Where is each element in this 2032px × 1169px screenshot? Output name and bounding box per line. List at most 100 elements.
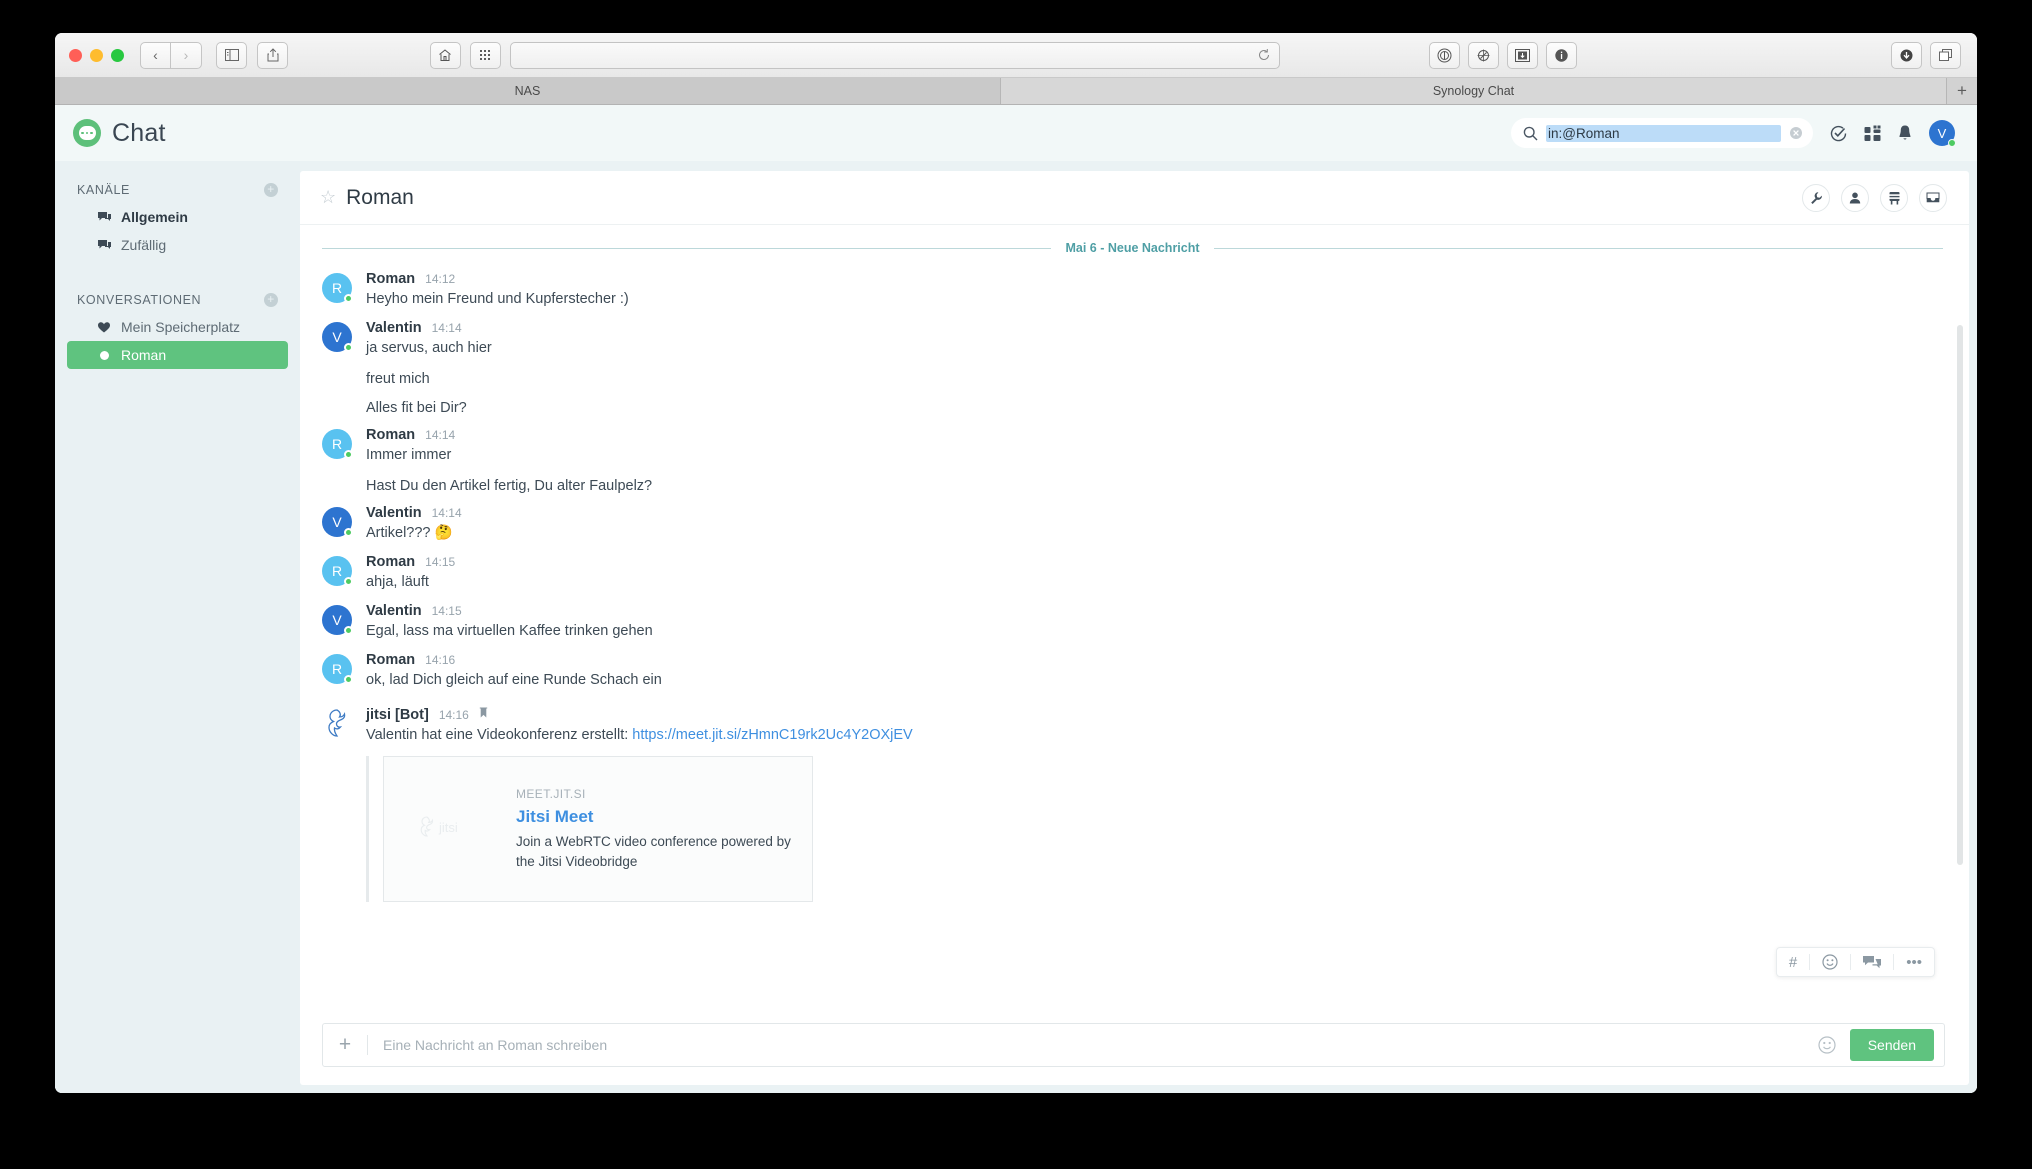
user-avatar[interactable]: V [1929,120,1956,147]
new-message-divider: Mai 6 - Neue Nachricht [322,241,1944,255]
message-item[interactable]: R Roman 14:15 ahja, läuft [322,548,1943,597]
share-button[interactable] [257,41,288,69]
preview-title[interactable]: Jitsi Meet [516,807,792,827]
info-extension-icon [1555,48,1568,62]
message-header: Roman 14:12 [366,271,1943,287]
bot-avatar[interactable] [322,709,352,739]
link-preview-card[interactable]: jitsi MEET.JIT.SI Jitsi Meet Join a WebR… [383,756,813,903]
more-options-icon[interactable]: ••• [1894,948,1934,976]
settings-wrench-button[interactable] [1802,183,1830,212]
info-extension-button[interactable] [1546,41,1577,69]
message-hover-toolbar: # ••• [1775,947,1935,977]
add-channel-button[interactable]: + [264,183,278,197]
search-input[interactable]: in:@Roman [1546,124,1781,142]
minimize-window-button[interactable] [90,48,103,62]
tab-overview-icon [1939,49,1952,61]
message-item[interactable]: R Roman 14:12 Heyho mein Freund und Kupf… [322,265,1943,314]
member-person-button[interactable] [1841,183,1869,212]
plus-attachment-icon[interactable]: + [323,1033,367,1057]
sidebar-section-header: KANÄLE + [55,177,300,203]
downloads-button[interactable] [1891,41,1922,69]
home-button[interactable] [429,41,461,69]
message-item-bot[interactable]: jitsi [Bot] 14:16 Valentin hat eine Vide… [322,695,1943,904]
sidebar: KANÄLE + Allgemein Zufällig KONVERSATION… [55,161,300,1093]
send-button[interactable]: Senden [1849,1029,1934,1061]
message-body: Valentin 14:14 ja servus, auch hier [366,320,1943,361]
star-outline-icon[interactable]: ☆ [320,187,336,208]
sidebar-icon [224,49,239,61]
avatar[interactable]: V [322,322,353,353]
hashtag-pin-icon[interactable]: # [1777,948,1809,976]
emoji-reaction-icon[interactable] [1810,948,1850,976]
message-text: Hast Du den Artikel fertig, Du alter Fau… [366,478,653,495]
avatar[interactable]: V [322,507,353,538]
inbox-archive-button[interactable] [1919,183,1947,212]
avatar[interactable]: R [322,654,353,685]
pinned-posts-icon [1887,191,1901,204]
avatar-initial: R [331,280,343,296]
message-text: Heyho mein Freund und Kupferstecher :) [366,291,629,307]
message-body: jitsi [Bot] 14:16 Valentin hat eine Vide… [366,707,1943,903]
jitsi-preview-logo-icon: jitsi [404,814,500,844]
messages-scroll-area[interactable]: Mai 6 - Neue Nachricht R Roman 14:12 Hey… [300,225,1969,1009]
maximize-window-button[interactable] [111,48,124,62]
pinned-posts-button[interactable] [1880,183,1908,212]
tab-label: NAS [514,84,541,98]
sidebar-item-mein-speicherplatz[interactable]: Mein Speicherplatz [67,313,288,341]
apps-grid-icon[interactable] [1864,125,1881,142]
sidebar-item-roman[interactable]: Roman [67,341,288,369]
online-status-dot [344,450,353,460]
tab-overview-button[interactable] [1930,41,1961,69]
message-item[interactable]: V Valentin 14:15 Egal, lass ma virtuelle… [322,597,1943,646]
sidebar-toggle-button[interactable] [216,41,247,69]
message-item[interactable]: V Valentin 14:14 Artikel??? 🤔 [322,499,1943,548]
message-body: Roman 14:16 ok, lad Dich gleich auf eine… [366,652,1943,693]
sidebar-item-zufaellig[interactable]: Zufällig [67,231,288,259]
chat-logo-icon [73,119,101,147]
onepassword-extension-button[interactable] [1429,41,1460,69]
sidebar-item-label: Roman [121,347,167,363]
chat-header: ☆ Roman [300,171,1969,225]
apps-grid-button[interactable] [469,41,501,69]
messages-scrollbar[interactable] [1957,325,1963,865]
video-downloader-extension-button[interactable] [1507,41,1538,69]
avatar[interactable]: R [322,273,353,303]
reply-thread-icon[interactable] [1851,948,1893,976]
sidebar-section-title: KONVERSATIONEN [77,293,202,307]
message-composer[interactable]: + Eine Nachricht an Roman schreiben Send… [322,1023,1945,1067]
settings-wrench-icon [1811,191,1822,204]
browser-tab-bar: NAS Synology Chat + [55,78,1977,105]
ghostery-extension-button[interactable] [1468,41,1499,69]
close-window-button[interactable] [69,48,82,62]
avatar[interactable]: R [322,556,353,587]
tab-nas[interactable]: NAS [55,78,1001,104]
sidebar-item-allgemein[interactable]: Allgemein [67,203,288,231]
message-text: Egal, lass ma virtuellen Kaffee trinken … [366,623,653,640]
message-input[interactable]: Eine Nachricht an Roman schreiben [368,1037,1818,1053]
new-tab-button[interactable]: + [1947,78,1977,104]
message-item[interactable]: R Roman 14:14 Immer immer [322,421,1943,470]
meeting-link[interactable]: https://meet.jit.si/zHmnC19rk2Uc4Y2OXjEV [632,727,912,743]
reload-icon[interactable] [1257,48,1271,62]
emoji-picker-icon[interactable] [1818,1036,1836,1054]
link-preview-body: MEET.JIT.SI Jitsi Meet Join a WebRTC vid… [516,787,792,871]
avatar[interactable]: R [322,429,353,460]
back-button[interactable]: ‹ [140,41,171,69]
tasks-check-icon[interactable] [1829,124,1848,143]
address-bar[interactable] [509,41,1280,69]
sidebar-section-title: KANÄLE [77,183,130,197]
divider-line-right [1213,247,1944,249]
online-status-dot [344,675,353,685]
clear-icon[interactable] [1789,126,1803,140]
notifications-bell-icon[interactable] [1897,124,1913,142]
forward-button[interactable]: › [171,41,202,69]
avatar[interactable]: V [322,605,353,636]
search-box[interactable]: in:@Roman [1511,118,1813,148]
message-item[interactable]: R Roman 14:16 ok, lad Dich gleich auf ei… [322,646,1943,695]
message-item[interactable]: V Valentin 14:14 ja servus, auch hier [322,314,1943,363]
pin-marker-icon[interactable] [479,707,488,719]
add-conversation-button[interactable]: + [264,293,278,307]
online-status-dot [344,343,353,353]
tab-synology-chat[interactable]: Synology Chat [1001,78,1947,104]
message-header: Valentin 14:14 [366,505,1943,521]
